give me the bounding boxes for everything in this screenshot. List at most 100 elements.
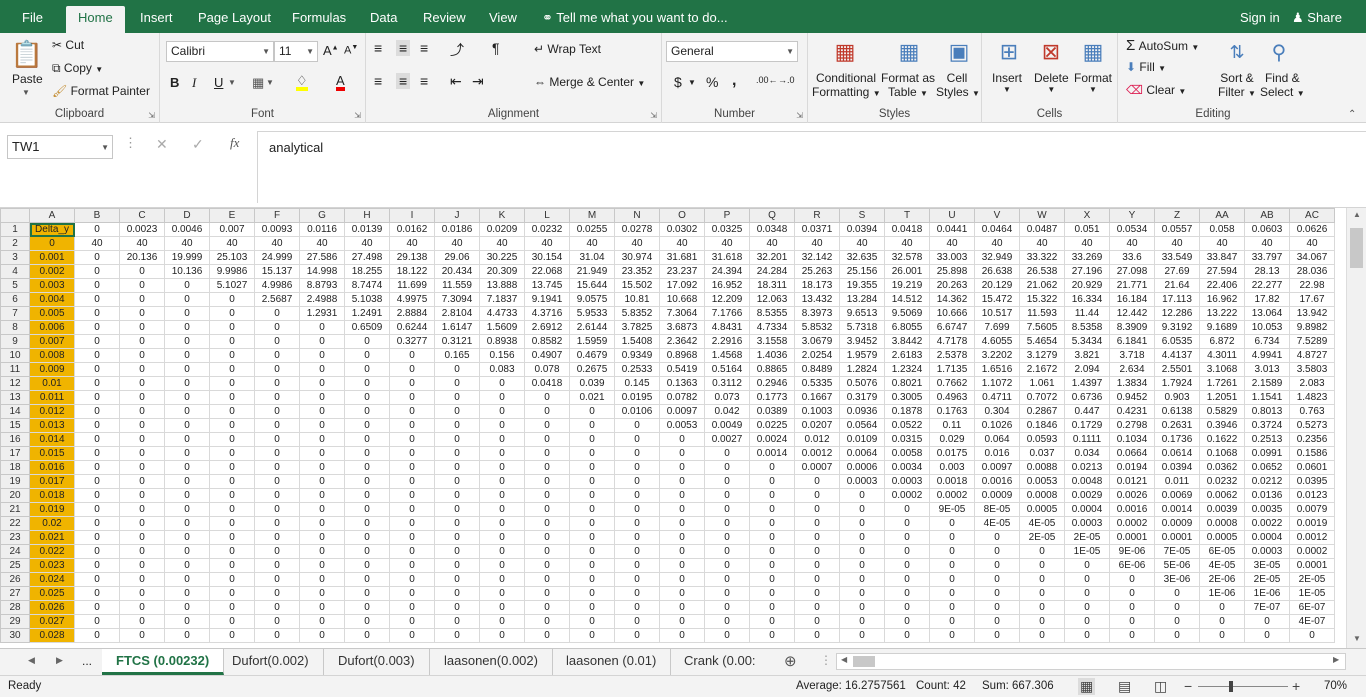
cell[interactable]: 0 <box>1064 628 1110 643</box>
cell[interactable]: 0 <box>209 446 255 461</box>
cell[interactable]: 0 <box>254 334 300 349</box>
cell[interactable]: 28.13 <box>1244 264 1290 279</box>
cell-styles-icon[interactable]: ▣ <box>944 37 974 67</box>
cell[interactable]: 0 <box>839 614 885 629</box>
cell[interactable]: 2.8884 <box>389 306 435 321</box>
cell[interactable]: 0 <box>344 390 390 405</box>
cell[interactable]: 10.517 <box>974 306 1020 321</box>
cell[interactable]: 0 <box>74 348 120 363</box>
cell[interactable]: 0.0225 <box>749 418 795 433</box>
cell[interactable]: 0.2867 <box>1019 404 1065 419</box>
cell[interactable]: 0 <box>434 362 480 377</box>
cell[interactable]: 0 <box>524 404 570 419</box>
cell[interactable]: 0 <box>74 418 120 433</box>
cell[interactable]: 0 <box>1064 614 1110 629</box>
cell[interactable]: 0 <box>119 572 165 587</box>
cell[interactable]: 0.5164 <box>704 362 750 377</box>
cell[interactable]: 0.145 <box>614 376 660 391</box>
cell[interactable]: 1.2051 <box>1199 390 1245 405</box>
cell[interactable]: 0.0232 <box>1199 474 1245 489</box>
cell[interactable]: 0 <box>344 586 390 601</box>
cell[interactable]: 40 <box>434 236 480 251</box>
cell[interactable]: 0 <box>1154 586 1200 601</box>
zoom-slider[interactable] <box>1198 686 1288 687</box>
underline-dropdown-icon[interactable]: ▼ <box>228 78 236 87</box>
sort-filter-icon[interactable]: ⇅ <box>1222 37 1252 67</box>
cell[interactable]: 0 <box>119 292 165 307</box>
column-header-q[interactable]: Q <box>749 208 795 223</box>
cell[interactable]: 0 <box>704 614 750 629</box>
cell[interactable]: 13.432 <box>794 292 840 307</box>
cell[interactable]: 0.0123 <box>1289 488 1335 503</box>
cell[interactable]: 0 <box>254 320 300 335</box>
cell[interactable]: 23.352 <box>614 264 660 279</box>
cell[interactable]: 0 <box>659 586 705 601</box>
cell[interactable]: 0 <box>344 544 390 559</box>
cell[interactable]: 6.734 <box>1244 334 1290 349</box>
cell[interactable]: 0 <box>389 432 435 447</box>
cell[interactable]: 28.036 <box>1289 264 1335 279</box>
cell[interactable]: 0.0012 <box>794 446 840 461</box>
cell[interactable]: 0 <box>434 404 480 419</box>
cell[interactable]: 0 <box>344 488 390 503</box>
cell[interactable]: 0 <box>29 236 75 251</box>
cell[interactable]: 0.1763 <box>929 404 975 419</box>
cell[interactable]: 0.0097 <box>659 404 705 419</box>
worksheet-grid[interactable]: A B C D E F G H I J K L M N O P Q R S T U V W X Y Z AA AB AC 1 Delta_y… <box>0 208 1346 648</box>
cell[interactable]: 0 <box>74 460 120 475</box>
status-count[interactable]: Count: 42 <box>916 680 966 692</box>
cell[interactable]: 0 <box>839 600 885 615</box>
cell[interactable]: 0 <box>434 614 480 629</box>
cell[interactable]: 0 <box>254 628 300 643</box>
cell[interactable]: 9.6513 <box>839 306 885 321</box>
cell[interactable]: 0 <box>389 376 435 391</box>
cell[interactable]: 26.638 <box>974 264 1020 279</box>
cell[interactable]: 0 <box>164 530 210 545</box>
cell[interactable]: 0 <box>704 516 750 531</box>
sheet-next-icon[interactable]: ▶ <box>56 655 63 666</box>
cell[interactable]: 0 <box>434 530 480 545</box>
cell[interactable]: 0 <box>164 446 210 461</box>
cell[interactable]: 0 <box>569 502 615 517</box>
cell[interactable]: 15.502 <box>614 278 660 293</box>
cell[interactable]: 0 <box>74 516 120 531</box>
cell[interactable]: 0 <box>344 558 390 573</box>
cell[interactable]: 0.8489 <box>794 362 840 377</box>
cell[interactable]: 0 <box>704 488 750 503</box>
cell[interactable]: 0.0106 <box>614 404 660 419</box>
cell[interactable]: 22.068 <box>524 264 570 279</box>
cell[interactable]: 0 <box>209 404 255 419</box>
cell[interactable]: 0 <box>479 488 525 503</box>
cell[interactable]: 0.018 <box>29 488 75 503</box>
copy-button[interactable]: ⧉ Copy ▼ <box>52 61 103 76</box>
cell[interactable]: 0.0048 <box>1064 474 1110 489</box>
cell[interactable]: 3.1068 <box>1199 362 1245 377</box>
cell[interactable]: 0 <box>884 530 930 545</box>
cell[interactable]: 0 <box>254 600 300 615</box>
cell[interactable]: 0 <box>614 586 660 601</box>
cell[interactable]: 0 <box>659 460 705 475</box>
row-header[interactable]: 15 <box>0 418 30 433</box>
cell[interactable]: 3E-05 <box>1244 558 1290 573</box>
cell[interactable]: 0 <box>569 446 615 461</box>
cell[interactable]: 0 <box>299 572 345 587</box>
cell[interactable]: 0 <box>254 558 300 573</box>
cell[interactable]: 0 <box>74 502 120 517</box>
cell[interactable]: 0 <box>974 614 1020 629</box>
row-header[interactable]: 30 <box>0 628 30 643</box>
borders-dropdown-icon[interactable]: ▼ <box>266 78 274 87</box>
cell[interactable]: 0.003 <box>929 460 975 475</box>
cell[interactable]: 21.949 <box>569 264 615 279</box>
cell[interactable]: 0 <box>1064 586 1110 601</box>
cell[interactable]: 0 <box>209 530 255 545</box>
cell[interactable]: 0.023 <box>29 558 75 573</box>
cell[interactable]: 0.1363 <box>659 376 705 391</box>
row-header[interactable]: 22 <box>0 516 30 531</box>
collapse-ribbon-icon[interactable]: ⌃ <box>1348 109 1356 120</box>
cell[interactable]: 0 <box>479 418 525 433</box>
currency-dropdown-icon[interactable]: ▼ <box>688 78 696 87</box>
cell[interactable]: 0 <box>614 488 660 503</box>
cell[interactable]: 2.3642 <box>659 334 705 349</box>
cell[interactable]: 0 <box>434 488 480 503</box>
cell[interactable]: 1.1072 <box>974 376 1020 391</box>
